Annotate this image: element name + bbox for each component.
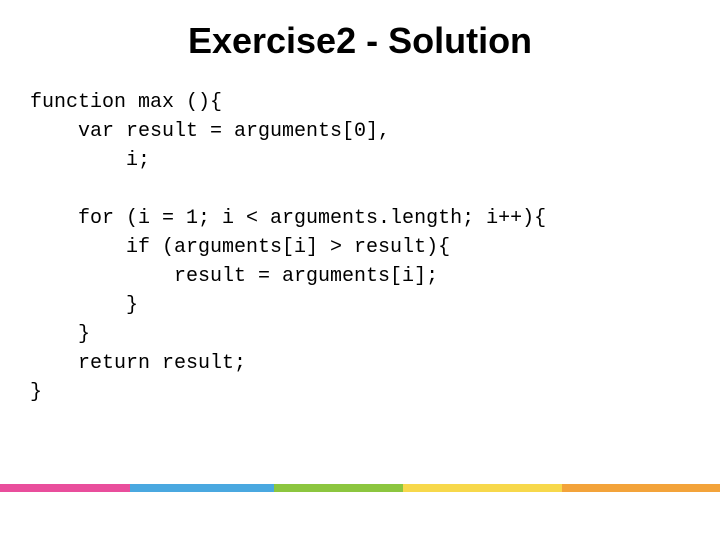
code-block: function max (){ var result = arguments[… [0,72,720,407]
stripe-segment-blue [130,484,274,492]
stripe-segment-yellow [403,484,561,492]
slide: Exercise2 - Solution function max (){ va… [0,0,720,540]
stripe-segment-orange [562,484,720,492]
stripe-segment-pink [0,484,130,492]
color-stripe [0,484,720,492]
slide-title: Exercise2 - Solution [0,0,720,72]
stripe-segment-green [274,484,404,492]
